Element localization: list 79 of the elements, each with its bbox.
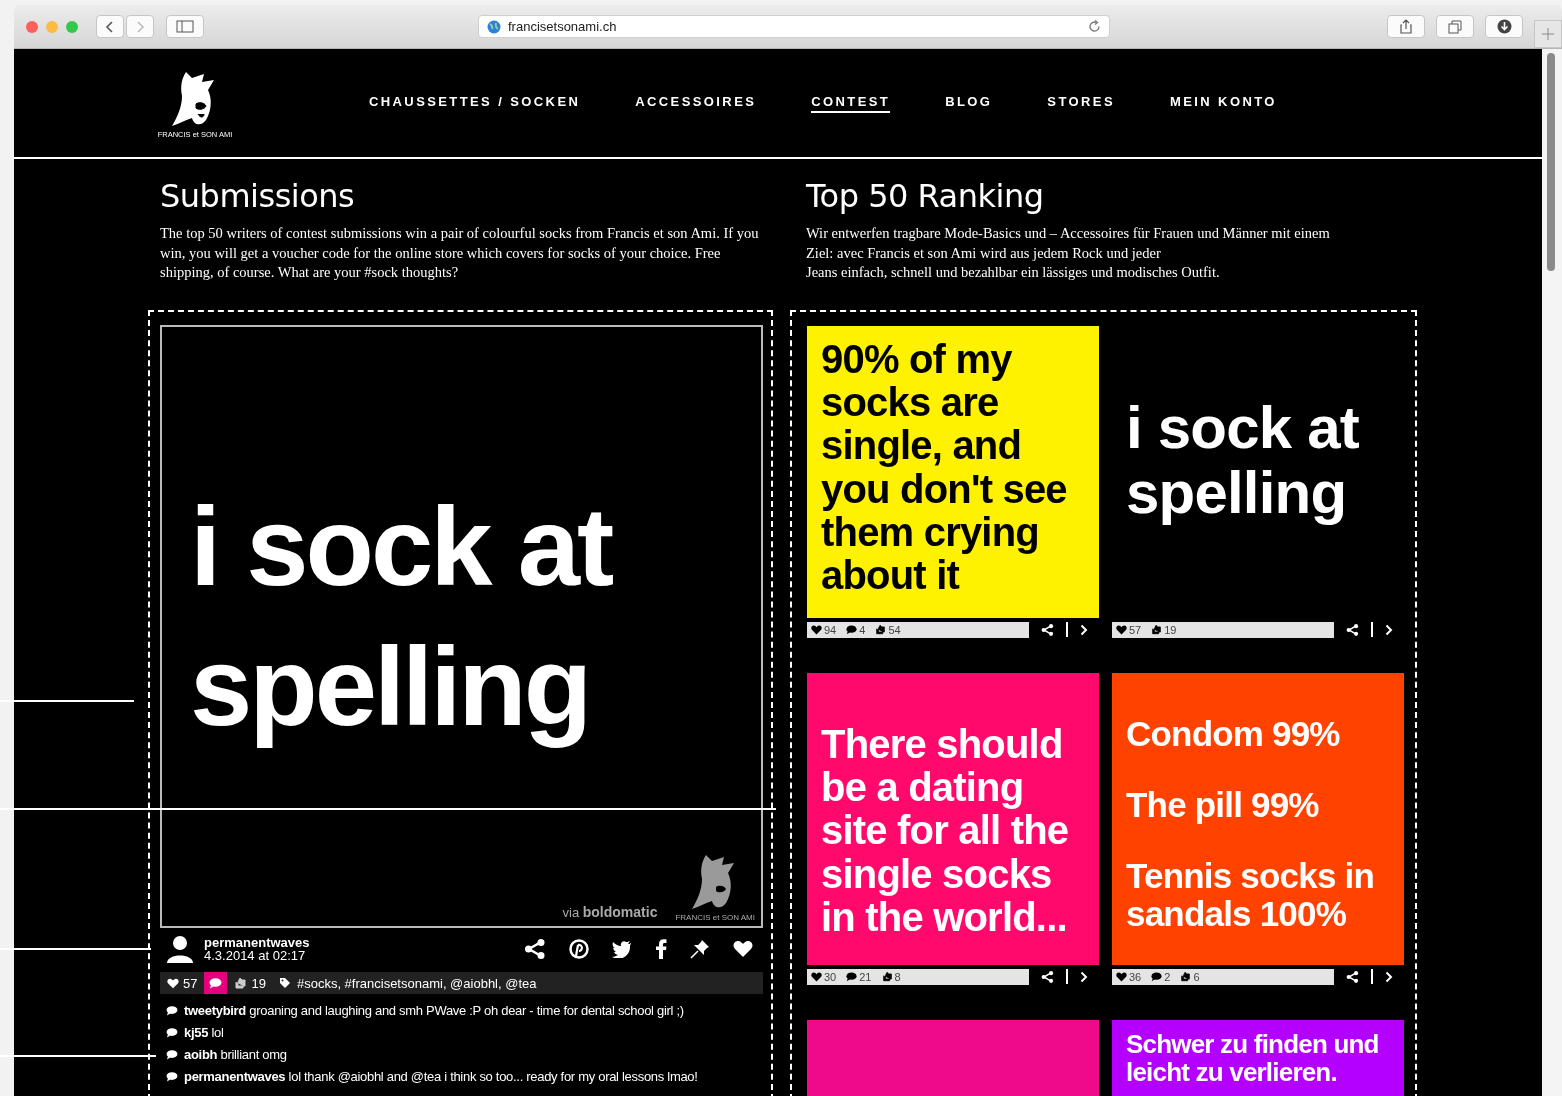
comment-icon [166,1027,178,1038]
address-field[interactable]: francisetsonami.ch [478,15,1110,38]
nav-link[interactable]: ACCESSOIRES [635,93,757,113]
comments-toggle[interactable] [204,972,228,994]
section-title: Submissions [160,177,356,215]
quote-card[interactable]: 90% of my socks are single, and you don't see them crying about it [807,326,1099,618]
quote-text: There should be a dating site for all the single socks in the world... [821,723,1070,939]
facebook-icon[interactable] [655,939,667,959]
quote-text: Condom 99% The pill 99% Tennis socks in sandals 100% [1126,715,1375,933]
post-date: 4.3.2014 at 02:17 [204,949,306,962]
share-count: 19 [1151,623,1177,636]
chevron-left-icon [105,19,115,34]
share-icon[interactable] [1041,970,1054,983]
nav-link[interactable]: MEIN KONTO [1170,93,1277,113]
tags-text: #socks, #francisetsonami, @aiobhl, @tea [296,975,537,991]
like-count: 30 [811,970,837,983]
share-button[interactable] [1387,15,1425,38]
quote-text: Schwer zu finden und leicht zu verlieren. [1126,1030,1380,1087]
share-icon[interactable] [1346,623,1359,636]
heart-icon [167,977,179,989]
intro-text: The top 50 writers of contest submissions win a pair of colourful socks from Francis et son Ami. If you win, you will get a voucher code for the online store which covers for socks of your choice. Free shipping, of course. What are your #sock thoughts? [160,224,760,282]
comment-icon [166,1071,178,1082]
share-icon[interactable] [1346,970,1359,983]
like-count[interactable]: 57 [160,972,205,994]
logo-text: FRANCIS et SON AMI [675,913,755,922]
download-button[interactable] [1485,15,1523,38]
chevron-right-icon[interactable] [1385,623,1393,636]
intro-text: Wir entwerfen tragbare Mode-Basics und – Accessoires für Frauen und Männer mit einem Ziel: avec Francis et son Ami wird aus jedem Rock und jeder Jeans einfach, schnell und bezahlbar ein lässiges und modisches Outfit. [806,224,1331,282]
nav-link[interactable]: CONTEST [811,93,891,113]
share-count: 6 [1180,970,1200,983]
globe-icon [487,19,501,34]
quote-card[interactable]: Schwer zu finden und leicht zu verlieren. [1112,1020,1404,1096]
like-count: 94 [811,623,837,636]
quote-text: 90% of my socks are single, and you don't see them crying about it [821,338,1068,598]
share-count[interactable]: 19 [227,972,273,994]
quote-text: i sock at spelling [1126,396,1360,526]
share-count: 54 [875,623,901,636]
nav-link[interactable]: STORES [1047,93,1115,113]
heart-icon[interactable] [733,940,753,958]
tag-icon [278,977,291,989]
chevron-right-icon[interactable] [1080,623,1088,636]
share-icon [1400,19,1412,34]
share-icon[interactable] [524,939,546,959]
comment-text: permanentwaves lol thank @aiobhl and @tea i think so too... ready for my oral lessons lmao! [184,1068,698,1085]
pin-icon[interactable] [690,939,710,959]
comment-text: aoibh brilliant omg [184,1046,287,1063]
credit-text: via boldomatic [562,904,658,922]
like-count: 57 [1116,623,1142,636]
sidebar-icon [176,20,194,33]
url-text: francisetsonami.ch [508,19,618,34]
comment-text: tweetybird groaning and laughing and smh PWave :P oh dear - time for dental school girl ;) [184,1002,684,1019]
comment-count: 2 [1151,970,1171,983]
chevron-right-icon [135,19,145,34]
nav-link[interactable]: BLOG [945,93,993,113]
reload-icon[interactable] [1088,20,1101,33]
twitter-icon[interactable] [612,940,632,958]
comment-icon [209,977,223,989]
share-icon[interactable] [1041,623,1054,636]
chevron-right-icon[interactable] [1385,970,1393,983]
plus-icon [1542,27,1554,40]
comment-icon [166,1005,178,1016]
chevron-right-icon[interactable] [1080,970,1088,983]
comment-icon [166,1049,178,1060]
comment-count: 4 [846,623,866,636]
section-title: Top 50 Ranking [806,177,1045,215]
comment-text: kj55 lol [184,1024,224,1041]
like-count: 36 [1116,970,1142,983]
download-icon [1496,19,1512,34]
nav-link[interactable]: CHAUSSETTES / SOCKEN [369,93,581,113]
tabs-icon [1448,19,1462,34]
quote-card[interactable]: There should be a dating site for all the single socks in the world... [807,673,1099,965]
avatar-icon [166,935,194,963]
share-count: 8 [881,970,901,983]
back-button[interactable] [96,15,124,38]
comment-count: 21 [846,970,872,983]
repost-icon [234,977,248,989]
pinterest-icon[interactable] [569,939,589,959]
author-name[interactable]: permanentwaves [204,936,310,949]
post-text: i sock at spelling [190,483,613,751]
